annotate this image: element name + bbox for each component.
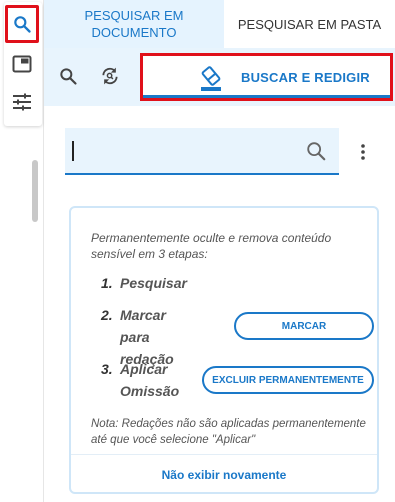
search-icon [14, 16, 31, 33]
left-rail [0, 0, 44, 502]
tab-search-document[interactable]: PESQUISAR EM DOCUMENTO [44, 0, 224, 48]
search-icon [60, 68, 77, 85]
search-icon[interactable] [305, 140, 327, 162]
search-input[interactable] [71, 140, 291, 162]
more-options-button[interactable] [356, 140, 370, 164]
tab-label: PESQUISAR EM DOCUMENTO [84, 8, 184, 40]
search-field[interactable] [65, 128, 339, 175]
refresh-search-icon [102, 67, 118, 85]
toolbar-search-button[interactable] [54, 62, 82, 90]
filter-icon [13, 93, 31, 111]
rail-panel-button[interactable] [6, 48, 38, 80]
mark-button[interactable]: MARCAR [234, 312, 374, 340]
toolbar-refresh-search-button[interactable] [96, 62, 124, 90]
step-number: 2. [101, 307, 113, 323]
dont-show-again-link[interactable]: Não exibir novamente [71, 468, 377, 482]
text-caret [72, 141, 74, 161]
redact-label: BUSCAR E REDIGIR [241, 70, 370, 85]
step-text: Pesquisar [120, 275, 187, 291]
card-intro: Permanentemente oculte e remova conteúdo… [91, 231, 332, 261]
delete-permanently-button[interactable]: EXCLUIR PERMANENTEMENTE [202, 366, 374, 394]
rail-search-button[interactable] [5, 5, 39, 43]
card-note: Nota: Redações não são aplicadas permane… [91, 418, 366, 446]
kebab-menu-icon [361, 144, 365, 160]
rail-scrollbar[interactable] [32, 160, 38, 222]
step-text: Aplicar Omissão [120, 361, 180, 399]
toolbar: BUSCAR E REDIGIR [44, 48, 395, 106]
rail-filter-button[interactable] [6, 86, 38, 118]
redaction-info-card: Permanentemente oculte e remova conteúdo… [69, 206, 379, 494]
eraser-icon [201, 66, 221, 91]
step-number: 3. [101, 361, 113, 377]
panel-icon [12, 55, 32, 73]
active-indicator [143, 95, 390, 98]
step-number: 1. [101, 275, 113, 291]
divider [71, 454, 377, 455]
tab-search-folder[interactable]: PESQUISAR EM PASTA [224, 0, 395, 48]
tab-label: PESQUISAR EM PASTA [237, 16, 382, 32]
search-and-redact-button[interactable]: BUSCAR E REDIGIR [140, 53, 393, 101]
tab-bar: PESQUISAR EM DOCUMENTO PESQUISAR EM PAST… [44, 0, 395, 48]
